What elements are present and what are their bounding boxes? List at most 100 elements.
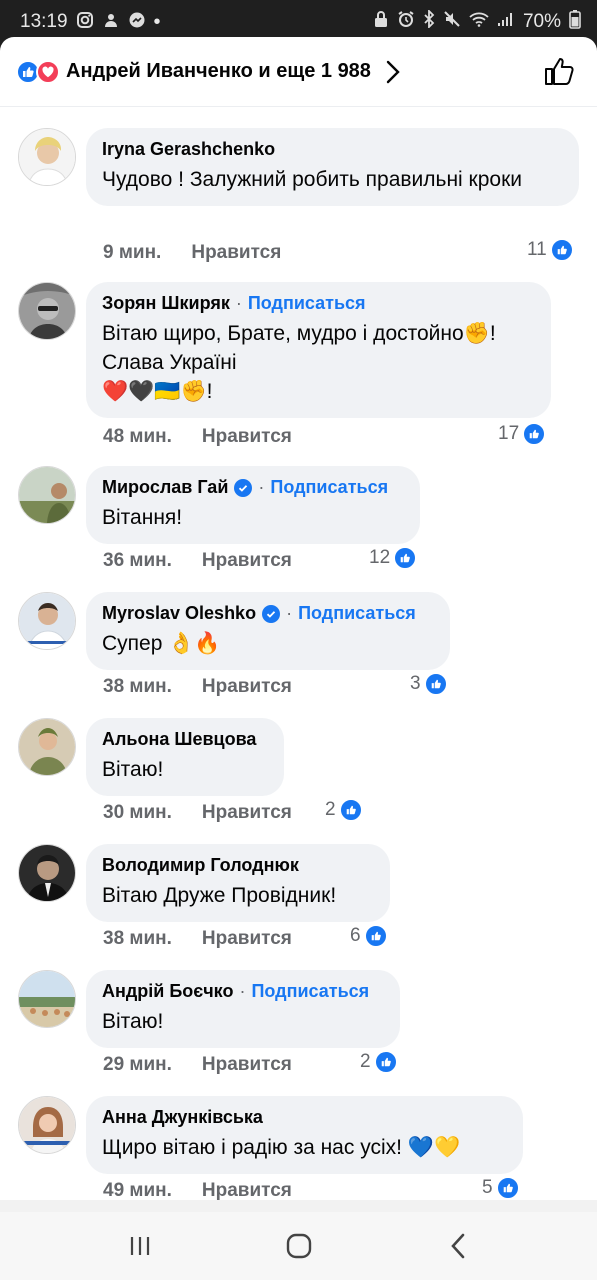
recents-icon: [130, 1237, 149, 1255]
wifi-icon: [469, 11, 489, 33]
comment-text: Супер 👌🔥: [102, 632, 221, 655]
comment-likes[interactable]: 2: [325, 799, 362, 821]
recent-apps-button[interactable]: [110, 1216, 170, 1276]
comment-bubble[interactable]: Анна Джунківська Щиро вітаю і радію за н…: [86, 1096, 523, 1174]
status-left: 13:19 •: [20, 11, 161, 34]
author-name[interactable]: Myroslav Oleshko: [102, 603, 256, 624]
comment-meta: 29 мин. Нравится: [103, 1054, 292, 1076]
likes-count: 2: [325, 799, 336, 820]
comment-likes[interactable]: 2: [360, 1051, 397, 1073]
comment-time[interactable]: 36 мин.: [103, 550, 172, 572]
like-post-button[interactable]: [543, 55, 575, 92]
likes-count: 6: [350, 925, 361, 946]
author-name[interactable]: Андрій Боєчко: [102, 981, 233, 1002]
comment-time[interactable]: 49 мин.: [103, 1180, 172, 1202]
like-comment-button[interactable]: Нравится: [202, 676, 292, 698]
mute-icon: [443, 10, 461, 34]
author-name[interactable]: Iryna Gerashchenko: [102, 139, 275, 160]
like-comment-button[interactable]: Нравится: [202, 1054, 292, 1076]
comment-meta: 36 мин. Нравится: [103, 550, 292, 572]
comment-text: Вітаю!: [102, 758, 164, 781]
back-icon: [450, 1233, 464, 1259]
comment-time[interactable]: 30 мин.: [103, 802, 172, 824]
back-button[interactable]: [428, 1216, 488, 1276]
comment-line: ❤️🖤🇺🇦✊!: [102, 380, 213, 403]
avatar[interactable]: [18, 970, 76, 1028]
comment-bubble[interactable]: Зорян Шкиряк · Подписаться Вітаю щиро, Б…: [86, 282, 551, 418]
comment-meta: 38 мин. Нравится: [103, 928, 292, 950]
likes-count: 3: [410, 673, 421, 694]
reactors-summary[interactable]: Андрей Иванченко и еще 1 988: [66, 60, 371, 83]
battery-icon: [569, 9, 581, 35]
author-line: Iryna Gerashchenko: [102, 139, 563, 160]
author-name[interactable]: Володимир Голоднюк: [102, 855, 299, 876]
comment-time[interactable]: 38 мин.: [103, 928, 172, 950]
comment-likes[interactable]: 17: [498, 423, 546, 445]
comment-line: Слава Україні: [102, 351, 237, 374]
like-comment-button[interactable]: Нравится: [202, 426, 292, 448]
comment-text: Вітання!: [102, 506, 183, 529]
like-comment-button[interactable]: Нравится: [202, 802, 292, 824]
comment-bubble[interactable]: Володимир Голоднюк Вітаю Друже Провідник…: [86, 844, 390, 922]
follow-button[interactable]: Подписаться: [248, 293, 366, 314]
avatar[interactable]: [18, 282, 76, 340]
comment-meta: 9 мин. Нравится: [103, 242, 281, 264]
comment-time[interactable]: 48 мин.: [103, 426, 172, 448]
comment-bubble[interactable]: Мирослав Гай · Подписаться Вітання!: [86, 466, 420, 544]
chevron-right-icon[interactable]: [385, 59, 401, 85]
author-name[interactable]: Альона Шевцова: [102, 729, 256, 750]
comment-likes[interactable]: 11: [527, 239, 573, 261]
follow-button[interactable]: Подписаться: [270, 477, 388, 498]
like-badge-icon: [496, 1177, 519, 1199]
avatar[interactable]: [18, 718, 76, 776]
like-comment-button[interactable]: Нравится: [202, 550, 292, 572]
author-line: Анна Джунківська: [102, 1107, 507, 1128]
comment-likes[interactable]: 3: [410, 673, 447, 695]
author-name[interactable]: Зорян Шкиряк: [102, 293, 230, 314]
avatar[interactable]: [18, 844, 76, 902]
comment-bubble[interactable]: Myroslav Oleshko · Подписаться Супер 👌🔥: [86, 592, 450, 670]
comment-text: Вітаю!: [102, 1010, 164, 1033]
comment-likes[interactable]: 6: [350, 925, 387, 947]
comment-time[interactable]: 38 мин.: [103, 676, 172, 698]
follow-button[interactable]: Подписаться: [298, 603, 416, 624]
avatar[interactable]: [18, 592, 76, 650]
like-badge-icon: [364, 925, 387, 947]
like-badge-icon: [424, 673, 447, 695]
avatar[interactable]: [18, 466, 76, 524]
follow-button[interactable]: Подписаться: [251, 981, 369, 1002]
comment-line: Вітаю щиро, Брате, мудро і достойно✊!: [102, 322, 496, 345]
reaction-icons: [16, 59, 60, 84]
comment-text: Вітаю щиро, Брате, мудро і достойно✊! Сл…: [102, 319, 535, 406]
comment-bubble[interactable]: Андрій Боєчко · Подписаться Вітаю!: [86, 970, 400, 1048]
battery-percent: 70%: [522, 11, 561, 32]
like-comment-button[interactable]: Нравится: [202, 928, 292, 950]
comment-bubble[interactable]: Iryna Gerashchenko Чудово ! Залужний роб…: [86, 128, 579, 206]
likes-count: 5: [482, 1177, 493, 1198]
comment-likes[interactable]: 12: [369, 547, 417, 569]
avatar[interactable]: [18, 128, 76, 186]
comment-time[interactable]: 29 мин.: [103, 1054, 172, 1076]
comment-bubble[interactable]: Альона Шевцова Вітаю!: [86, 718, 284, 796]
like-badge-icon: [339, 799, 362, 821]
author-name[interactable]: Мирослав Гай: [102, 477, 228, 498]
like-badge-icon: [523, 423, 546, 445]
author-line: Альона Шевцова: [102, 729, 268, 750]
like-comment-button[interactable]: Нравится: [191, 242, 281, 264]
signal-icon: [497, 11, 515, 33]
comment-text: Вітаю Друже Провідник!: [102, 884, 337, 907]
like-badge-icon: [394, 547, 417, 569]
verified-badge-icon: [262, 604, 281, 623]
reactions-header[interactable]: Андрей Иванченко и еще 1 988: [0, 37, 597, 107]
separator-dot: ·: [239, 981, 246, 1001]
separator-dot: ·: [286, 603, 293, 623]
home-button[interactable]: [269, 1216, 329, 1276]
avatar[interactable]: [18, 1096, 76, 1154]
author-name[interactable]: Анна Джунківська: [102, 1107, 263, 1128]
comment-likes[interactable]: 5: [482, 1177, 519, 1199]
bluetooth-icon: [423, 8, 435, 34]
comment-time[interactable]: 9 мин.: [103, 242, 161, 264]
messenger-icon: [128, 11, 146, 34]
like-comment-button[interactable]: Нравится: [202, 1180, 292, 1202]
home-icon: [286, 1233, 311, 1259]
